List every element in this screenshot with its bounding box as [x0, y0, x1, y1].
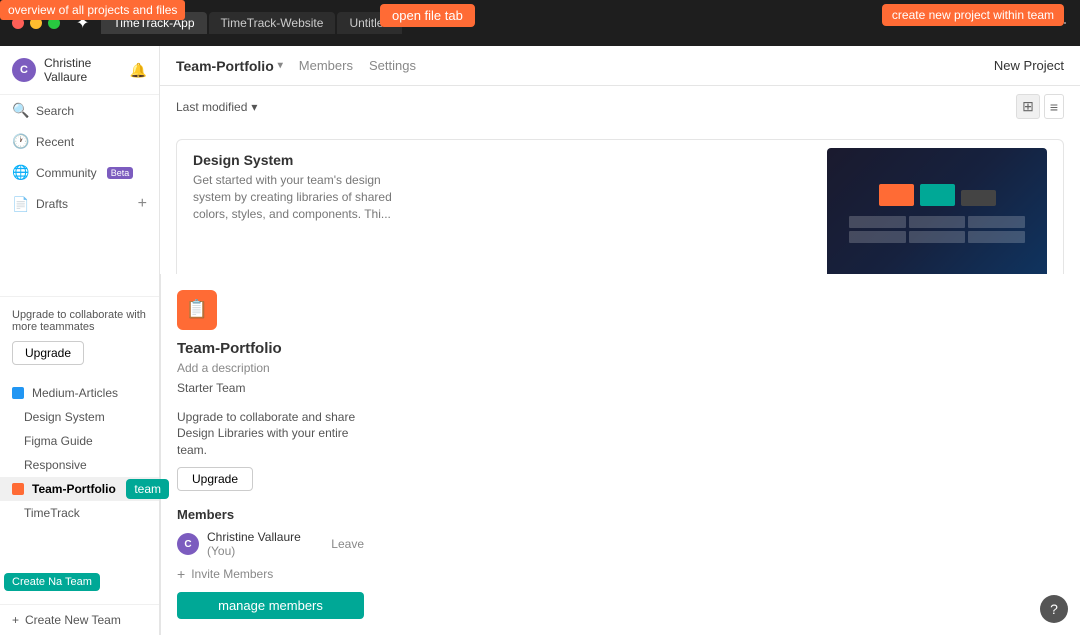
upgrade-section: Upgrade to collaborate with more teammat… — [0, 296, 159, 377]
new-project-button[interactable]: New Project — [994, 58, 1064, 73]
leave-button[interactable]: Leave — [331, 537, 364, 551]
sidebar: C Christine Vallaure 🔔 🔍 Search 🕐 Recent… — [0, 46, 160, 635]
user-name: Christine Vallaure — [44, 56, 122, 84]
create-new-project-annotation: create new project within team — [882, 4, 1064, 26]
help-button[interactable]: ? — [1040, 595, 1068, 623]
you-label: (You) — [207, 544, 235, 558]
header-tab-members[interactable]: Members — [299, 56, 353, 75]
design-system-header: Design System Get started with your team… — [177, 140, 827, 230]
right-panel: 📋 Team-Portfolio Add a description Start… — [160, 274, 380, 635]
list-view-button[interactable]: ≡ — [1044, 94, 1064, 119]
create-new-team-button[interactable]: + Create New Team — [0, 604, 159, 635]
sidebar-item-responsive[interactable]: Responsive — [0, 453, 159, 477]
team-medium-label: Medium-Articles — [32, 386, 118, 400]
add-draft-icon[interactable]: + — [138, 195, 147, 213]
upgrade-text: Upgrade to collaborate with more teammat… — [12, 309, 147, 333]
responsive-label: Responsive — [24, 458, 87, 472]
content-toolbar: Last modified ▾ ⊞ ≡ — [160, 86, 1080, 127]
drafts-icon: 📄 — [12, 196, 28, 213]
team-title-text: Team-Portfolio — [176, 58, 274, 74]
add-description[interactable]: Add a description — [177, 361, 364, 375]
header-tab-settings[interactable]: Settings — [369, 56, 416, 75]
grid-view-button[interactable]: ⊞ — [1016, 94, 1040, 119]
team-icon-symbol: 📋 — [186, 299, 208, 320]
beta-badge: Beta — [107, 167, 134, 179]
tab-timetrack-website[interactable]: TimeTrack-Website — [209, 12, 336, 34]
create-team-label: Create New Team — [25, 613, 121, 627]
main-layout: C Christine Vallaure 🔔 🔍 Search 🕐 Recent… — [0, 46, 1080, 635]
create-na-team-annotation: Create Na Team — [4, 573, 100, 591]
last-modified-chevron: ▾ — [251, 100, 257, 114]
sidebar-item-community[interactable]: 🌐 Community Beta — [0, 157, 159, 188]
team-title[interactable]: Team-Portfolio ▾ — [176, 58, 283, 74]
member-row: C Christine Vallaure (You) Leave — [177, 530, 364, 558]
notification-icon[interactable]: 🔔 — [130, 62, 147, 79]
team-color-blue — [12, 387, 24, 399]
team-icon: 📋 — [177, 290, 217, 330]
figma-guide-label: Figma Guide — [24, 434, 93, 448]
starter-team-label: Starter Team — [177, 381, 364, 395]
sidebar-team-medium-articles[interactable]: Medium-Articles — [0, 381, 159, 405]
members-title: Members — [177, 507, 364, 522]
search-icon: 🔍 — [12, 102, 28, 119]
drafts-label: Drafts — [36, 197, 68, 211]
recent-icon: 🕐 — [12, 133, 28, 150]
design-system-name: Design System — [193, 152, 811, 168]
community-label: Community — [36, 166, 97, 180]
view-toggle: ⊞ ≡ — [1016, 94, 1064, 119]
team-color-orange — [12, 483, 24, 495]
content-wrapper: Team-Portfolio ▾ Members Settings New Pr… — [160, 46, 1080, 635]
invite-members-label: Invite Members — [191, 567, 273, 581]
member-name: Christine Vallaure (You) — [207, 530, 323, 558]
teams-section: Medium-Articles Design System Figma Guid… — [0, 377, 159, 529]
plus-icon: + — [12, 613, 19, 627]
avatar: C — [12, 58, 36, 82]
last-modified-dropdown[interactable]: Last modified ▾ — [176, 100, 257, 114]
design-system-thumbnail[interactable]: shared design system — [827, 148, 1047, 274]
sidebar-item-timetrack[interactable]: TimeTrack — [0, 501, 159, 525]
search-label: Search — [36, 104, 74, 118]
member-avatar: C — [177, 533, 199, 555]
sidebar-item-figma-guide[interactable]: Figma Guide — [0, 429, 159, 453]
team-annotation: team — [126, 479, 169, 499]
invite-plus-icon: + — [177, 566, 185, 582]
timetrack-label: TimeTrack — [24, 506, 80, 520]
main-content: Team-Portfolio ▾ Members Settings New Pr… — [160, 46, 1080, 274]
upgrade-panel-button[interactable]: Upgrade — [177, 467, 253, 491]
topbar: overview of all projects and files ✦ Tim… — [0, 0, 1080, 46]
design-system-card: Design System Get started with your team… — [176, 139, 1064, 274]
recent-label: Recent — [36, 135, 74, 149]
design-system-label: Design System — [24, 410, 105, 424]
upgrade-button[interactable]: Upgrade — [12, 341, 84, 365]
upgrade-info-text: Upgrade to collaborate and share Design … — [177, 409, 364, 459]
chevron-down-icon: ▾ — [278, 60, 283, 71]
sidebar-item-search[interactable]: 🔍 Search — [0, 95, 159, 126]
community-icon: 🌐 — [12, 164, 28, 181]
last-modified-label: Last modified — [176, 100, 247, 114]
invite-members-row[interactable]: + Invite Members — [177, 566, 364, 582]
overview-annotation: overview of all projects and files — [0, 0, 185, 20]
team-portfolio-label: Team-Portfolio — [32, 482, 116, 496]
team-name-big: Team-Portfolio — [177, 340, 364, 357]
sidebar-item-recent[interactable]: 🕐 Recent — [0, 126, 159, 157]
projects-grid: Design System Get started with your team… — [160, 127, 1080, 274]
sidebar-user: C Christine Vallaure 🔔 — [0, 46, 159, 95]
manage-members-annotation: manage members — [177, 592, 364, 619]
open-file-tab-annotation: open file tab — [380, 4, 475, 27]
sidebar-item-design-system[interactable]: Design System — [0, 405, 159, 429]
content-header: Team-Portfolio ▾ Members Settings New Pr… — [160, 46, 1080, 86]
sidebar-item-drafts[interactable]: 📄 Drafts + — [0, 188, 159, 220]
design-system-desc: Get started with your team's design syst… — [193, 172, 393, 222]
